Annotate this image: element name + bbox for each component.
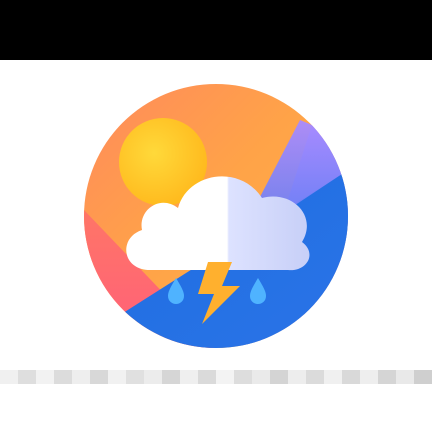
strip-cell xyxy=(360,370,378,384)
strip-cell xyxy=(396,370,414,384)
icon-canvas xyxy=(0,60,432,370)
strip-cell xyxy=(198,370,216,384)
strip-cell xyxy=(288,370,306,384)
strip-cell xyxy=(270,370,288,384)
strip-cell xyxy=(108,370,126,384)
strip-cell xyxy=(90,370,108,384)
strip-cell xyxy=(0,370,18,384)
top-black-bar xyxy=(0,0,432,60)
strip-cell xyxy=(216,370,234,384)
strip-cell xyxy=(342,370,360,384)
strip-cell xyxy=(378,370,396,384)
strip-cell xyxy=(18,370,36,384)
strip-cell xyxy=(324,370,342,384)
strip-cell xyxy=(126,370,144,384)
screen xyxy=(0,0,432,432)
strip-cell xyxy=(72,370,90,384)
strip-cell xyxy=(36,370,54,384)
checker-strip xyxy=(0,370,432,384)
strip-cell xyxy=(234,370,252,384)
weather-app-icon[interactable] xyxy=(0,60,432,370)
strip-cell xyxy=(180,370,198,384)
bottom-background xyxy=(0,384,432,432)
strip-cell xyxy=(54,370,72,384)
strip-cell xyxy=(252,370,270,384)
strip-cell xyxy=(306,370,324,384)
strip-cell xyxy=(144,370,162,384)
strip-cell xyxy=(162,370,180,384)
strip-cell xyxy=(414,370,432,384)
